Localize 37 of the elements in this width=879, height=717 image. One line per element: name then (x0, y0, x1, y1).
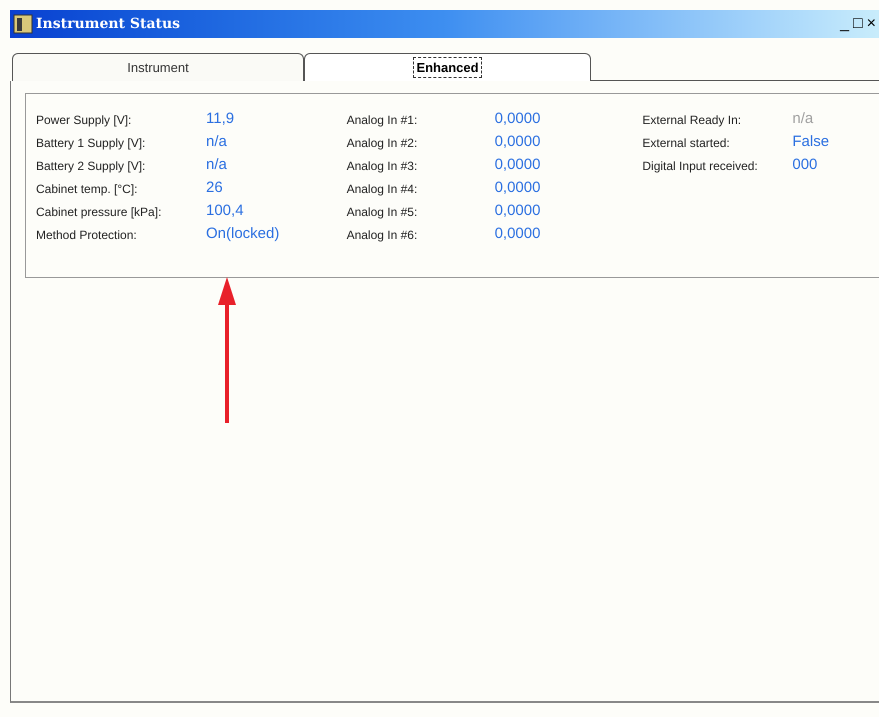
maximize-button[interactable]: □ (852, 16, 864, 32)
field-label: Analog In #5: (346, 204, 418, 220)
field-label: Analog In #3: (346, 158, 418, 174)
field-label: External started: (642, 134, 731, 152)
tab[interactable]: Instrument (12, 53, 304, 81)
field-value: n/a (206, 132, 227, 152)
field-label: Analog In #6: (346, 226, 418, 244)
field-label: External Ready In: (642, 112, 742, 128)
field-value: n/a (206, 155, 227, 176)
field-value: 0,0000 (494, 224, 540, 244)
field-label: Analog In #4: (346, 180, 418, 198)
field-value: 11,9 (206, 109, 234, 130)
field-label: Cabinet temp. [°C]: (36, 180, 139, 198)
field-value: 26 (206, 178, 223, 198)
window-icon (13, 14, 33, 34)
tab[interactable]: Enhanced (304, 53, 591, 81)
field-value: 0,0000 (494, 201, 540, 222)
field-value: 0,0000 (494, 178, 540, 198)
field-value: n/a (792, 109, 814, 130)
field-value: False (792, 132, 830, 152)
field-value: 000 (792, 155, 818, 176)
field-value: 0,0000 (494, 132, 540, 152)
field-value: 0,0000 (494, 109, 540, 130)
field-value: On(locked) (206, 224, 280, 244)
minimize-button[interactable]: _ (839, 16, 850, 32)
field-label: Analog In #1: (346, 112, 418, 128)
field-label: Method Protection: (36, 226, 138, 244)
field-label: Battery 1 Supply [V]: (36, 134, 146, 152)
field-label: Digital Input received: (642, 158, 759, 174)
field-value: 0,0000 (494, 155, 540, 176)
field-value: 100,4 (206, 201, 244, 222)
window-title: Instrument Status (36, 14, 180, 34)
field-label: Cabinet pressure [kPa]: (36, 204, 162, 220)
field-label: Battery 2 Supply [V]: (36, 158, 146, 174)
close-button[interactable]: × (866, 16, 877, 32)
field-label: Analog In #2: (346, 134, 418, 152)
field-label: Power Supply [V]: (36, 112, 132, 128)
